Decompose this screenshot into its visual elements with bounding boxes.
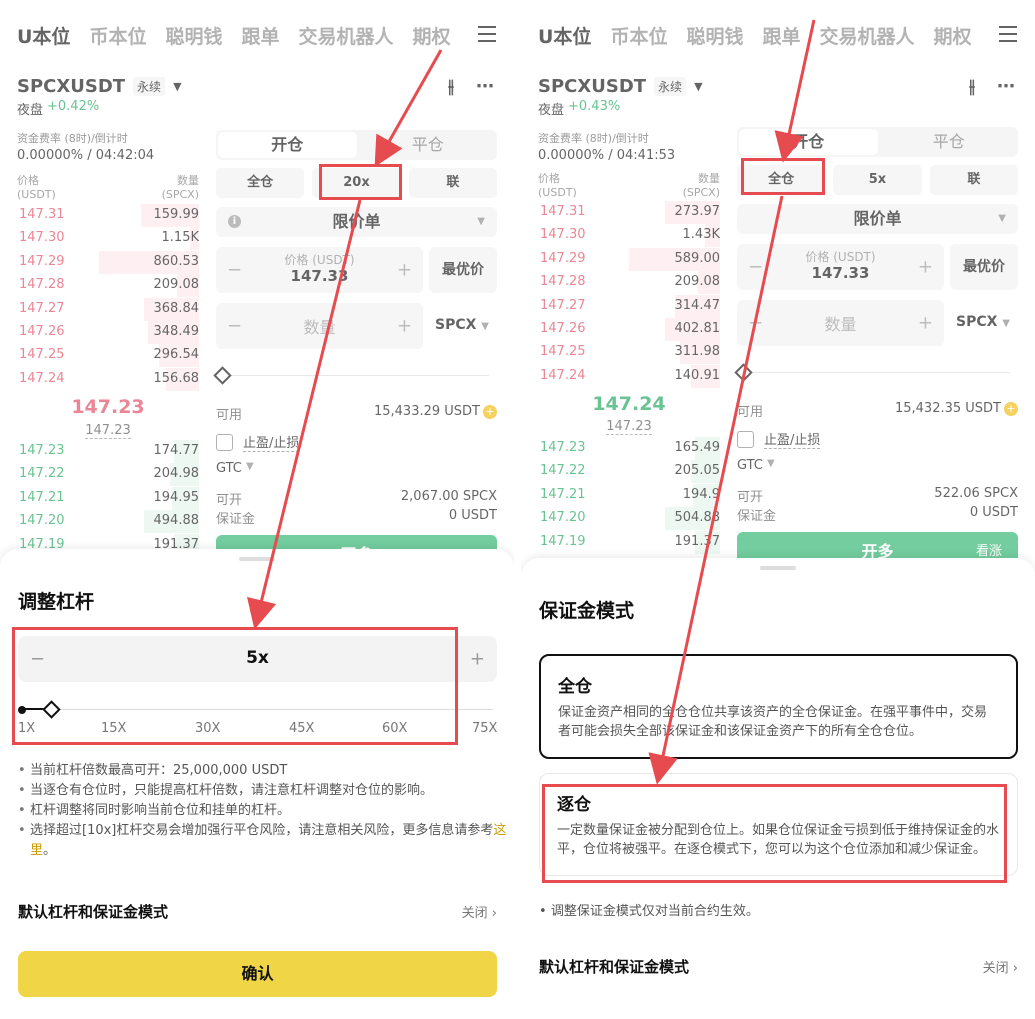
isolated-title: 逐仓 — [557, 795, 591, 815]
tick-label[interactable]: 75X — [472, 721, 497, 736]
leverage-slider[interactable] — [18, 700, 497, 720]
plus-icon[interactable]: + — [470, 649, 485, 670]
confirm-button[interactable]: 确认 — [18, 951, 497, 997]
tick-label[interactable]: 1X — [18, 721, 35, 736]
isolated-desc: 一定数量保证金被分配到仓位上。如果仓位保证金亏损到低于维持保证金的水平，仓位将被… — [557, 823, 1000, 857]
default-mode-value: 关闭 › — [461, 906, 497, 921]
margin-note: • 调整保证金模式仅对当前合约生效。 — [539, 904, 759, 919]
default-mode-label: 默认杠杆和保证金模式 — [539, 958, 690, 976]
sheet-handle[interactable] — [760, 566, 796, 570]
default-mode-row[interactable]: 默认杠杆和保证金模式 关闭 › — [18, 901, 497, 922]
margin-mode-sheet: 保证金模式 全仓 保证金资产相同的全仓仓位共享该资产的全仓保证金。在强平事件中，… — [521, 558, 1035, 1019]
leverage-sheet: 调整杠杆 − 5x + 1X 15X 30X 45X 60X 75X 当前杠杆倍… — [0, 549, 514, 1019]
sheet-title: 调整杠杆 — [18, 591, 95, 613]
tip-item: 杠杆调整将同时影响当前仓位和挂单的杠杆。 — [18, 801, 503, 821]
chevron-right-icon: › — [1012, 961, 1018, 976]
default-mode-label: 默认杠杆和保证金模式 — [18, 903, 169, 921]
cross-title: 全仓 — [558, 677, 592, 697]
default-mode-value: 关闭 › — [982, 961, 1018, 976]
cross-desc: 保证金资产相同的全仓仓位共享该资产的全仓保证金。在强平事件中，交易者可能会损失全… — [558, 705, 988, 739]
tip-item: 当逐仓有仓位时，只能提高杠杆倍数，请注意杠杆调整对仓位的影响。 — [18, 781, 503, 801]
isolated-margin-option[interactable]: 逐仓 一定数量保证金被分配到仓位上。如果仓位保证金亏损到低于维持保证金的水平，仓… — [539, 773, 1018, 876]
leverage-input[interactable]: − 5x + — [18, 636, 497, 682]
leverage-value: 5x — [246, 648, 269, 668]
tip-item: 选择超过[10x]杠杆交易会增加强行平仓风险，请注意相关风险，更多信息请参考这里… — [18, 821, 508, 861]
chevron-right-icon: › — [491, 906, 497, 921]
right-screenshot: U本位 币本位 聪明钱 跟单 交易机器人 期权 SPCXUSDT 永续 ▼ 夜盘… — [521, 0, 1035, 1019]
tick-label[interactable]: 15X — [101, 721, 126, 736]
left-screenshot: U本位 币本位 聪明钱 跟单 交易机器人 期权 SPCXUSDT 永续 ▼ 夜盘… — [0, 0, 514, 1019]
panel-divider — [514, 0, 521, 1019]
slider-knob[interactable] — [42, 700, 61, 719]
default-mode-row[interactable]: 默认杠杆和保证金模式 关闭 › — [539, 956, 1018, 977]
cross-margin-option[interactable]: 全仓 保证金资产相同的全仓仓位共享该资产的全仓保证金。在强平事件中，交易者可能会… — [539, 654, 1018, 759]
sheet-handle[interactable] — [239, 557, 275, 561]
tick-label[interactable]: 45X — [289, 721, 314, 736]
tick-label[interactable]: 60X — [382, 721, 407, 736]
tick-label[interactable]: 30X — [195, 721, 220, 736]
tip-item: 当前杠杆倍数最高可开：25,000,000 USDT — [18, 761, 503, 781]
sheet-title: 保证金模式 — [539, 600, 635, 622]
